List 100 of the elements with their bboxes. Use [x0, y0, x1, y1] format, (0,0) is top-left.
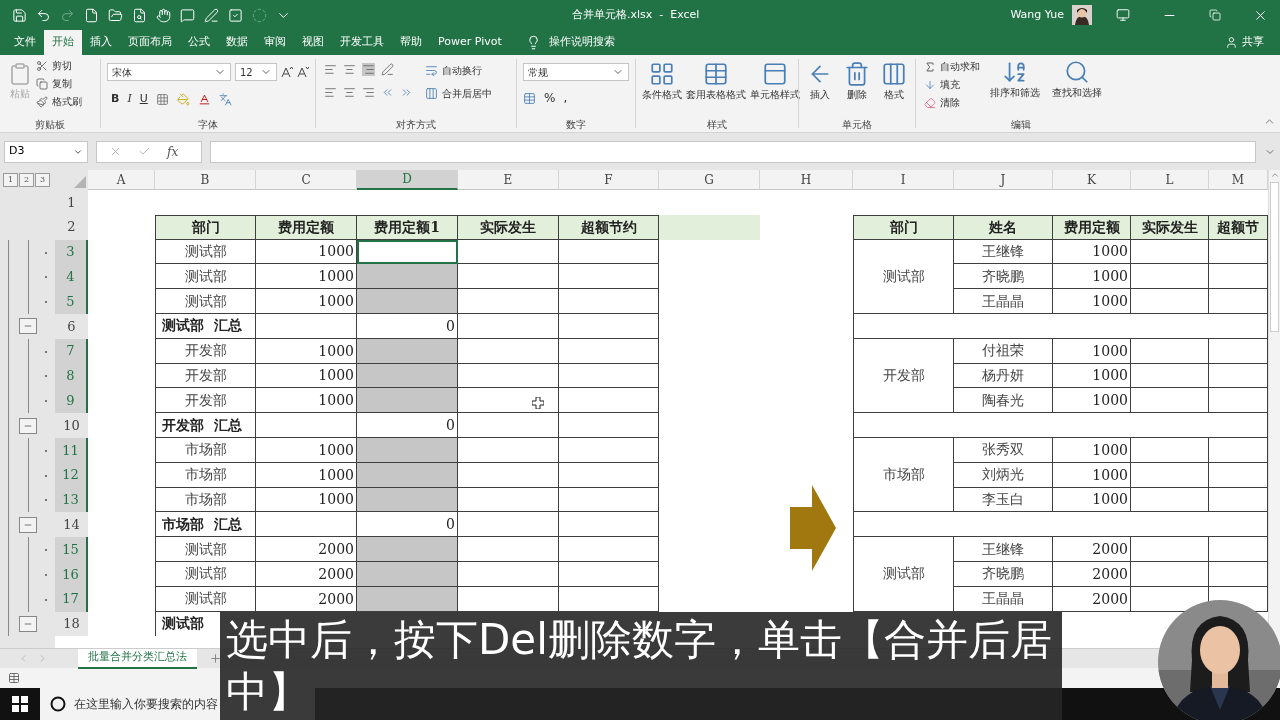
table-cell[interactable] — [357, 462, 458, 488]
row-header[interactable]: 4 — [55, 264, 88, 290]
ribbon-tab[interactable]: 公式 — [180, 30, 218, 55]
row-header[interactable]: 11 — [55, 437, 88, 463]
row-header[interactable]: 18 — [55, 611, 88, 637]
editing-command[interactable]: 自动求和 — [940, 59, 980, 74]
down-arrow-icon[interactable] — [924, 78, 936, 91]
share-button[interactable]: 共享 — [1242, 34, 1264, 51]
windows-start-icon[interactable] — [12, 696, 28, 712]
column-header[interactable]: F — [559, 170, 659, 190]
row-header[interactable]: 7 — [55, 338, 88, 364]
sheet-tab[interactable]: 批量合并分类汇总法 — [78, 648, 197, 669]
row-header[interactable]: 10 — [55, 413, 88, 438]
ribbon-tab[interactable]: 文件 — [6, 30, 44, 55]
row-header[interactable]: 5 — [55, 289, 88, 314]
circle-icon[interactable] — [252, 7, 267, 23]
clipboard-icon[interactable] — [8, 62, 32, 86]
column-header[interactable]: M — [1209, 170, 1268, 190]
table-cell[interactable] — [357, 363, 458, 389]
shrink-font-icon[interactable] — [297, 66, 309, 78]
font-style-button[interactable]: I — [127, 91, 132, 108]
number-format-button[interactable]: , — [563, 89, 568, 107]
column-header[interactable]: A — [88, 170, 155, 190]
insert-function-button[interactable]: fx — [167, 142, 179, 161]
table-cell[interactable] — [357, 586, 458, 612]
row-header[interactable]: 16 — [55, 561, 88, 587]
collapse-button[interactable] — [19, 318, 37, 335]
formula-input[interactable] — [210, 140, 1256, 163]
row-header[interactable]: 14 — [55, 512, 88, 538]
wrap-text-icon[interactable] — [425, 64, 438, 77]
styles-command[interactable]: 条件格式 — [642, 89, 682, 101]
panel-icon[interactable] — [762, 61, 788, 87]
cells-command[interactable]: 插入 — [810, 89, 830, 101]
align-left-icon[interactable] — [324, 86, 337, 99]
column-header[interactable]: I — [853, 170, 954, 190]
decrease-indent-icon[interactable] — [381, 86, 394, 99]
new-file-icon[interactable] — [84, 7, 99, 23]
scrollbar-thumb[interactable] — [1270, 182, 1279, 332]
search-icon[interactable] — [1064, 59, 1090, 85]
new-sheet-icon[interactable] — [209, 652, 222, 665]
column-header[interactable]: B — [155, 170, 256, 190]
clipboard-command[interactable]: 剪切 — [52, 58, 72, 73]
ribbon-tab[interactable]: 帮助 — [392, 30, 430, 55]
column-header[interactable]: J — [954, 170, 1053, 190]
table-icon[interactable] — [703, 61, 729, 87]
number-format-dropdown[interactable]: 常规 — [523, 63, 629, 81]
tell-me-search[interactable]: 操作说明搜索 — [548, 34, 615, 51]
editing-command[interactable]: 排序和筛选 — [990, 87, 1040, 99]
phonetic-icon[interactable] — [218, 92, 232, 106]
increase-indent-icon[interactable] — [400, 86, 413, 99]
cells-command[interactable]: 删除 — [847, 89, 867, 101]
align-center-icon[interactable] — [343, 86, 356, 99]
scissors-icon[interactable] — [36, 59, 48, 72]
clipboard-command[interactable]: 格式刷 — [52, 94, 82, 109]
ribbon-tab[interactable]: 开发工具 — [332, 30, 392, 55]
person-icon[interactable] — [1225, 36, 1238, 49]
print-preview-icon[interactable] — [132, 7, 147, 23]
ribbon-display-icon[interactable] — [1116, 8, 1130, 22]
comment-icon[interactable] — [180, 7, 195, 23]
styles-command[interactable]: 套用表格格式 — [686, 89, 746, 101]
columns-icon[interactable] — [881, 61, 907, 87]
font-family-dropdown[interactable]: 宋体 — [107, 63, 231, 81]
editing-command[interactable]: 填充 — [940, 77, 960, 92]
table-cell[interactable] — [357, 487, 458, 513]
cells-command[interactable]: 格式 — [884, 89, 904, 101]
ribbon-tab[interactable]: 视图 — [294, 30, 332, 55]
fill-color-icon[interactable] — [176, 92, 190, 106]
table-cell[interactable] — [357, 561, 458, 587]
clipboard-command[interactable]: 复制 — [52, 76, 72, 91]
table-cell[interactable] — [357, 289, 458, 314]
table-cell[interactable]: 0 — [357, 512, 458, 538]
row-header[interactable]: 8 — [55, 363, 88, 389]
copy-icon[interactable] — [36, 77, 48, 90]
ribbon-tab[interactable]: 数据 — [218, 30, 256, 55]
row-header[interactable]: 17 — [55, 586, 88, 612]
sigma-icon[interactable] — [924, 60, 936, 73]
ribbon-tab[interactable]: 插入 — [82, 30, 120, 55]
font-size-dropdown[interactable]: 12 — [235, 63, 277, 81]
trash-icon[interactable] — [844, 61, 870, 87]
column-header[interactable]: H — [760, 170, 853, 190]
paintbrush-icon[interactable] — [36, 95, 48, 108]
table-cell[interactable]: 0 — [357, 413, 458, 438]
number-format-button[interactable]: % — [544, 89, 556, 107]
font-style-button[interactable]: U — [139, 91, 148, 108]
editing-command[interactable]: 查找和选择 — [1052, 87, 1102, 99]
ribbon-tab[interactable]: 审阅 — [256, 30, 294, 55]
scroll-up-icon[interactable] — [1269, 170, 1280, 180]
alignment-command[interactable]: 自动换行 — [442, 63, 482, 78]
row-header[interactable]: 6 — [55, 314, 88, 339]
eraser-icon[interactable] — [924, 96, 936, 109]
ribbon-tab[interactable]: Power Pivot — [430, 30, 510, 55]
grid-icon[interactable] — [649, 61, 675, 87]
row-header[interactable]: 12 — [55, 462, 88, 488]
undo-icon[interactable] — [36, 7, 51, 23]
grow-font-icon[interactable] — [281, 66, 293, 78]
row-header[interactable]: 15 — [55, 537, 88, 562]
table-cell[interactable] — [357, 338, 458, 364]
column-header[interactable]: D — [357, 170, 458, 190]
column-header[interactable]: L — [1131, 170, 1209, 190]
align-right-icon[interactable] — [362, 86, 375, 99]
